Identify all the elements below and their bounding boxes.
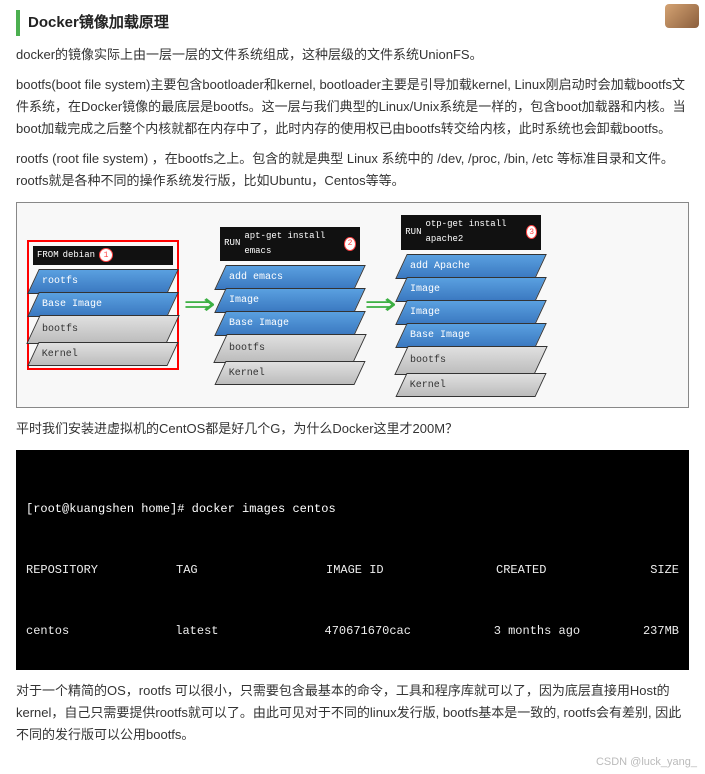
layer-label: Image [221,289,267,312]
cmd-keyword: RUN [405,225,421,240]
step-number-icon: 3 [526,225,537,239]
layer-label: Base Image [34,293,110,316]
diagram-stack-1: FROM debian 1 rootfs Base Image bootfs K… [27,240,179,370]
layer-label: Kernel [402,374,454,397]
layer-label: Image [402,301,448,324]
paragraph-bootfs: bootfs(boot file system)主要包含bootloader和k… [16,74,689,140]
cmd-args: debian [63,248,95,263]
cmd-bar-2: RUN apt-get install emacs 2 [220,227,360,262]
cmd-bar-3: RUN otp-get install apache2 3 [401,215,541,250]
layer-label: Base Image [402,324,478,347]
cell: 470671670cac [325,621,494,641]
col-header: CREATED [496,560,646,580]
paragraph-explain: 对于一个精简的OS，rootfs 可以很小，只需要包含最基本的命令，工具和程序库… [16,680,689,746]
layer-label: Image [402,278,448,301]
terminal-prompt: [root@kuangshen home]# docker images cen… [26,499,679,519]
step-number-icon: 2 [344,237,356,251]
paragraph-rootfs: rootfs (root file system) ，在bootfs之上。包含的… [16,148,689,192]
step-number-icon: 1 [99,248,113,262]
paragraph-question: 平时我们安装进虚拟机的CentOS都是好几个G，为什么Docker这里才200M… [16,418,689,440]
section-title: Docker镜像加载原理 [16,10,689,36]
cmd-args: otp-get install apache2 [425,217,521,248]
layer-label: rootfs [34,270,86,293]
terminal-data-row: centos latest 470671670cac 3 months ago … [26,621,679,641]
arrow-icon: ⇒ [183,290,216,320]
layer-label: bootfs [402,349,454,372]
layers-diagram: FROM debian 1 rootfs Base Image bootfs K… [16,202,689,408]
terminal-header-row: REPOSITORY TAG IMAGE ID CREATED SIZE [26,560,679,580]
layer-label: Kernel [221,362,273,385]
cmd-bar-1: FROM debian 1 [33,246,173,265]
col-header: REPOSITORY [26,560,176,580]
terminal-output: [root@kuangshen home]# docker images cen… [16,450,689,670]
cmd-keyword: FROM [37,248,59,263]
watermark: CSDN @luck_yang_ [596,753,697,772]
diagram-stack-3: RUN otp-get install apache2 3 add Apache… [401,215,541,395]
col-header: TAG [176,560,326,580]
cmd-args: apt-get install emacs [244,229,340,260]
cell: latest [175,621,324,641]
col-header: SIZE [646,560,679,580]
diagram-stack-2: RUN apt-get install emacs 2 add emacs Im… [220,227,360,384]
layer-label: bootfs [34,318,86,341]
cell: 3 months ago [494,621,643,641]
arrow-icon: ⇒ [364,290,397,320]
layer-label: Base Image [221,312,297,335]
avatar [665,4,699,28]
col-header: IMAGE ID [326,560,496,580]
cell: centos [26,621,175,641]
layer-label: bootfs [221,337,273,360]
cmd-keyword: RUN [224,236,240,251]
cell: 237MB [643,621,679,641]
layer-label: Kernel [34,343,86,366]
layer-label: add emacs [221,266,291,289]
paragraph-intro: docker的镜像实际上由一层一层的文件系统组成，这种层级的文件系统UnionF… [16,44,689,66]
layer-label: add Apache [402,255,478,278]
